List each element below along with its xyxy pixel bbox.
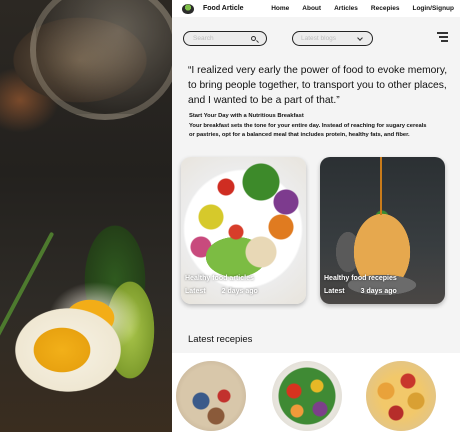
- nav-link-recepies[interactable]: Recepies: [371, 5, 400, 12]
- nav-link-articles[interactable]: Articles: [334, 5, 358, 12]
- article-body: Your breakfast sets the tone for your en…: [189, 123, 427, 138]
- hamburger-menu-icon[interactable]: [437, 32, 448, 42]
- search-input[interactable]: Search: [183, 31, 267, 46]
- card-age: 2 days ago: [221, 288, 258, 295]
- chevron-down-icon: [357, 35, 363, 41]
- brand-title[interactable]: Food Article: [203, 5, 244, 12]
- blog-filter-value: Latest blogs: [301, 35, 337, 42]
- hero-rosemary: [0, 231, 55, 349]
- card-age: 3 days ago: [360, 288, 397, 295]
- nav-link-home[interactable]: Home: [271, 5, 289, 12]
- card-image-detail: [380, 157, 382, 215]
- card-meta: Latest 3 days ago: [324, 288, 397, 295]
- recipe-thumbnail[interactable]: [272, 361, 342, 431]
- nav-links: Home About Articles Recepies Login/Signu…: [258, 5, 454, 12]
- recipe-thumbnail[interactable]: [176, 361, 246, 431]
- recipe-thumbnail[interactable]: [366, 361, 436, 431]
- card-title: Healthy food articles: [185, 275, 254, 282]
- search-icon[interactable]: [251, 36, 256, 41]
- card-tag: Latest: [324, 288, 345, 295]
- card-meta: Latest 2 days ago: [185, 288, 258, 295]
- card-title: Healthy food recepies: [324, 275, 397, 282]
- article-card[interactable]: Healthy food recepies Latest 3 days ago: [320, 157, 445, 304]
- article-subhead: Start Your Day with a Nutritious Breakfa…: [189, 113, 304, 119]
- latest-recepies-strip: [172, 353, 460, 432]
- top-nav: Food Article Home About Articles Recepie…: [172, 0, 460, 17]
- nav-link-login-signup[interactable]: Login/Signup: [412, 5, 454, 12]
- article-quote: “I realized very early the power of food…: [188, 65, 448, 106]
- card-tag: Latest: [185, 288, 206, 295]
- article-card[interactable]: Healthy food articles Latest 2 days ago: [181, 157, 306, 304]
- food-bowl-icon: [182, 3, 194, 14]
- nav-link-about[interactable]: About: [302, 5, 321, 12]
- blog-filter-select[interactable]: Latest blogs: [292, 31, 373, 46]
- hero-food-image: [0, 0, 172, 432]
- main-panel: Search Latest blogs “I realized very ear…: [172, 17, 460, 432]
- latest-recepies-heading: Latest recepies: [188, 334, 253, 345]
- search-placeholder: Search: [193, 35, 214, 42]
- hero-jar: [30, 0, 172, 120]
